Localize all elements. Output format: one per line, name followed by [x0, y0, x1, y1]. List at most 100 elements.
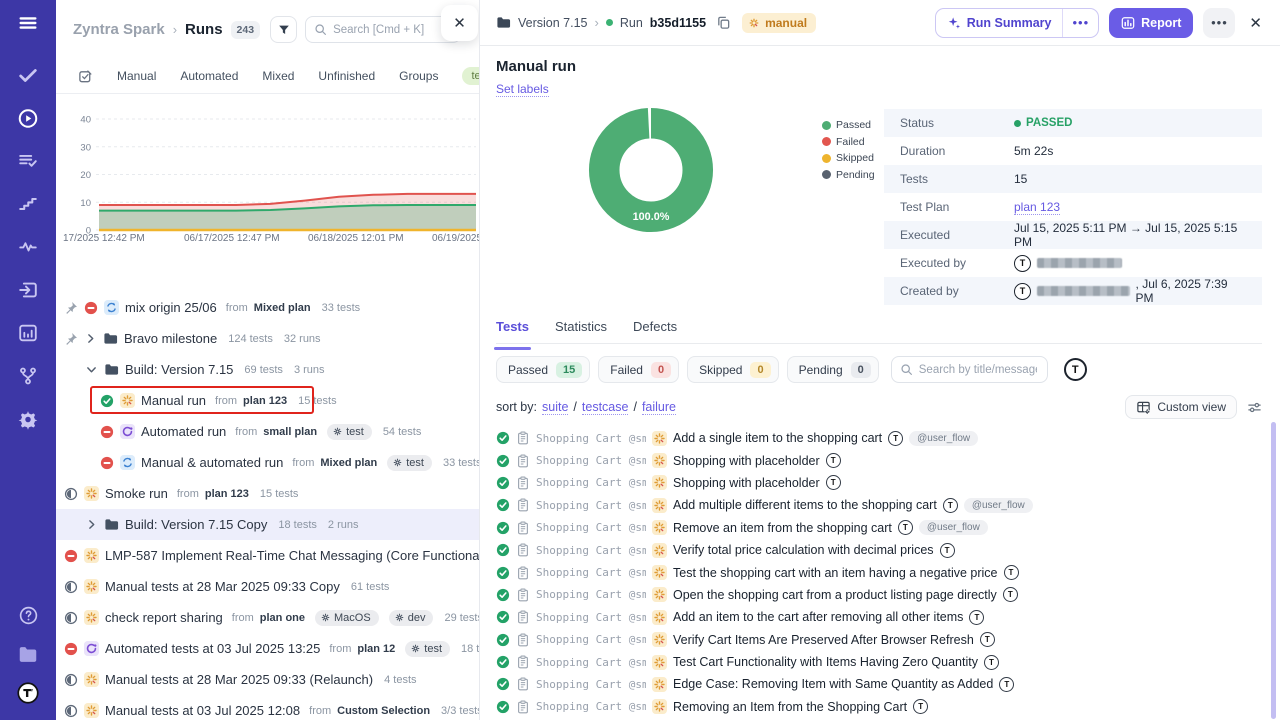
multi-select-icon[interactable]: [78, 69, 93, 84]
runs-tab-groups[interactable]: Groups: [399, 69, 438, 83]
pulse-icon[interactable]: [17, 236, 39, 258]
run-list-item[interactable]: Manual & automated runfromMixed plantest…: [56, 447, 479, 478]
bar-chart-icon[interactable]: [17, 322, 39, 344]
test-row[interactable]: Shopping Cart @sm...Verify total price c…: [496, 539, 1262, 561]
info-row-created-by: Created byT, Jul 6, 2025 7:39 PM: [884, 277, 1262, 305]
run-list-item[interactable]: Automated runfromsmall plantest54 tests: [56, 416, 479, 447]
runs-tab-mixed[interactable]: Mixed: [262, 69, 294, 83]
run-list-item[interactable]: Build: Version 7.15 Copy18 tests2 runs: [56, 509, 479, 540]
test-plan-link[interactable]: plan 123: [1014, 200, 1060, 215]
sliders-icon[interactable]: [1247, 400, 1262, 415]
sort-by-failure[interactable]: failure: [642, 400, 676, 415]
pin-icon: [64, 332, 78, 346]
report-button[interactable]: Report: [1109, 8, 1193, 38]
status-passed-icon: [496, 655, 510, 669]
status-passed-icon: [496, 476, 510, 490]
steps-icon[interactable]: [17, 193, 39, 215]
sort-by-label: sort by:: [496, 400, 537, 414]
gear-icon[interactable]: [17, 408, 39, 430]
tab-defects[interactable]: Defects: [633, 319, 677, 343]
inbox-arrow-icon[interactable]: [17, 279, 39, 301]
run-summary-button[interactable]: Run Summary •••: [935, 8, 1099, 38]
run-list-item[interactable]: check report sharingfromplan oneMacOSdev…: [56, 602, 479, 633]
breadcrumb-folder[interactable]: Version 7.15: [518, 16, 588, 30]
filter-chip-failed[interactable]: Failed0: [598, 356, 679, 383]
runs-search-input[interactable]: [333, 24, 443, 36]
runs-tab-automated[interactable]: Automated: [180, 69, 238, 83]
run-list-item[interactable]: Manual runfromplan 12315 tests: [56, 385, 479, 416]
help-icon[interactable]: [17, 604, 39, 626]
copy-icon[interactable]: [716, 15, 731, 30]
run-list-item[interactable]: Build: Version 7.1569 tests3 runs: [56, 354, 479, 385]
chevron-right-icon[interactable]: [85, 518, 98, 531]
assignee-avatar: T: [826, 453, 841, 468]
tab-tests[interactable]: Tests: [496, 319, 529, 343]
check-icon[interactable]: [17, 64, 39, 86]
info-row-tests: Tests15: [884, 165, 1262, 193]
sort-by-suite[interactable]: suite: [542, 400, 568, 415]
custom-view-button[interactable]: Custom view: [1125, 395, 1237, 419]
close-panel-button[interactable]: ✕: [441, 5, 478, 41]
assignee-avatar[interactable]: T: [1064, 358, 1087, 381]
test-row[interactable]: Shopping Cart @sm...Remove an item from …: [496, 517, 1262, 539]
avatar-t[interactable]: [17, 682, 39, 704]
test-row[interactable]: Shopping Cart @sm...Test Cart Functional…: [496, 651, 1262, 673]
chevron-down-icon[interactable]: [85, 363, 98, 376]
run-list-item[interactable]: Smoke runfromplan 12315 tests: [56, 478, 479, 509]
tag-filter-pill[interactable]: test: [462, 67, 479, 85]
status-aborted-icon: [64, 673, 78, 687]
clipboard-icon: [516, 498, 530, 512]
tests-scrollbar[interactable]: [1271, 422, 1276, 719]
tests-list: Shopping Cart @sm...Add a single item to…: [496, 427, 1262, 718]
folder-icon: [496, 15, 511, 30]
play-circle-icon[interactable]: [17, 107, 39, 129]
run-name: check report sharing: [105, 610, 223, 625]
filter-chip-skipped[interactable]: Skipped0: [687, 356, 779, 383]
tests-search[interactable]: [891, 356, 1048, 383]
test-row[interactable]: Shopping Cart @sm...Verify Cart Items Ar…: [496, 629, 1262, 651]
run-list-item[interactable]: Manual tests at 28 Mar 2025 09:33 Copy61…: [56, 571, 479, 602]
sort-by-testcase[interactable]: testcase: [582, 400, 629, 415]
run-list-item[interactable]: mix origin 25/06fromMixed plan33 tests: [56, 292, 479, 323]
run-list-item[interactable]: Bravo milestone124 tests32 runs: [56, 323, 479, 354]
filter-button[interactable]: [270, 16, 297, 43]
run-list-item[interactable]: Manual tests at 03 Jul 2025 12:08fromCus…: [56, 695, 479, 720]
run-summary-more-button[interactable]: •••: [1062, 9, 1098, 37]
suite-path: Shopping Cart @sm...: [536, 544, 646, 557]
test-row[interactable]: Shopping Cart @sm...Add a single item to…: [496, 427, 1262, 449]
branch-icon[interactable]: [17, 365, 39, 387]
chevron-right-icon[interactable]: [84, 332, 97, 345]
set-labels-link[interactable]: Set labels: [496, 82, 549, 97]
test-row[interactable]: Shopping Cart @sm...Removing an Item fro…: [496, 696, 1262, 718]
test-row[interactable]: Shopping Cart @sm...Edge Case: Removing …: [496, 673, 1262, 695]
filter-chip-passed[interactable]: Passed15: [496, 356, 590, 383]
folder-icon[interactable]: [17, 643, 39, 665]
test-row[interactable]: Shopping Cart @sm...Add an item to the c…: [496, 606, 1262, 628]
test-row[interactable]: Shopping Cart @sm...Add multiple differe…: [496, 494, 1262, 516]
test-list-icon[interactable]: [17, 150, 39, 172]
run-plan-name: plan 123: [205, 488, 249, 500]
filter-chip-pending[interactable]: Pending0: [787, 356, 879, 383]
menu-icon[interactable]: [17, 12, 39, 34]
run-list-item[interactable]: LMP-587 Implement Real-Time Chat Messagi…: [56, 540, 479, 571]
more-actions-button[interactable]: •••: [1203, 8, 1235, 38]
test-row[interactable]: Shopping Cart @sm...Shopping with placeh…: [496, 472, 1262, 494]
runs-tab-manual[interactable]: Manual: [117, 69, 156, 83]
runs-tab-unfinished[interactable]: Unfinished: [318, 69, 375, 83]
manual-type-icon: [652, 655, 667, 670]
run-meta: 18 tests: [461, 643, 479, 655]
chip-count: 0: [750, 362, 770, 378]
test-row[interactable]: Shopping Cart @sm...Open the shopping ca…: [496, 584, 1262, 606]
test-row[interactable]: Shopping Cart @sm...Test the shopping ca…: [496, 561, 1262, 583]
runs-search[interactable]: [305, 16, 461, 43]
run-list-item[interactable]: Manual tests at 28 Mar 2025 09:33 (Relau…: [56, 664, 479, 695]
tests-search-input[interactable]: [919, 364, 1037, 376]
close-detail-button[interactable]: ✕: [1245, 10, 1266, 36]
breadcrumb-project[interactable]: Zyntra Spark: [73, 21, 165, 38]
status-aborted-icon: [64, 611, 78, 625]
tab-statistics[interactable]: Statistics: [555, 319, 607, 343]
manual-type-icon: [652, 475, 667, 490]
run-list-item[interactable]: Automated tests at 03 Jul 2025 13:25from…: [56, 633, 479, 664]
run-plan-name: plan 12: [357, 643, 395, 655]
test-row[interactable]: Shopping Cart @sm...Shopping with placeh…: [496, 449, 1262, 471]
